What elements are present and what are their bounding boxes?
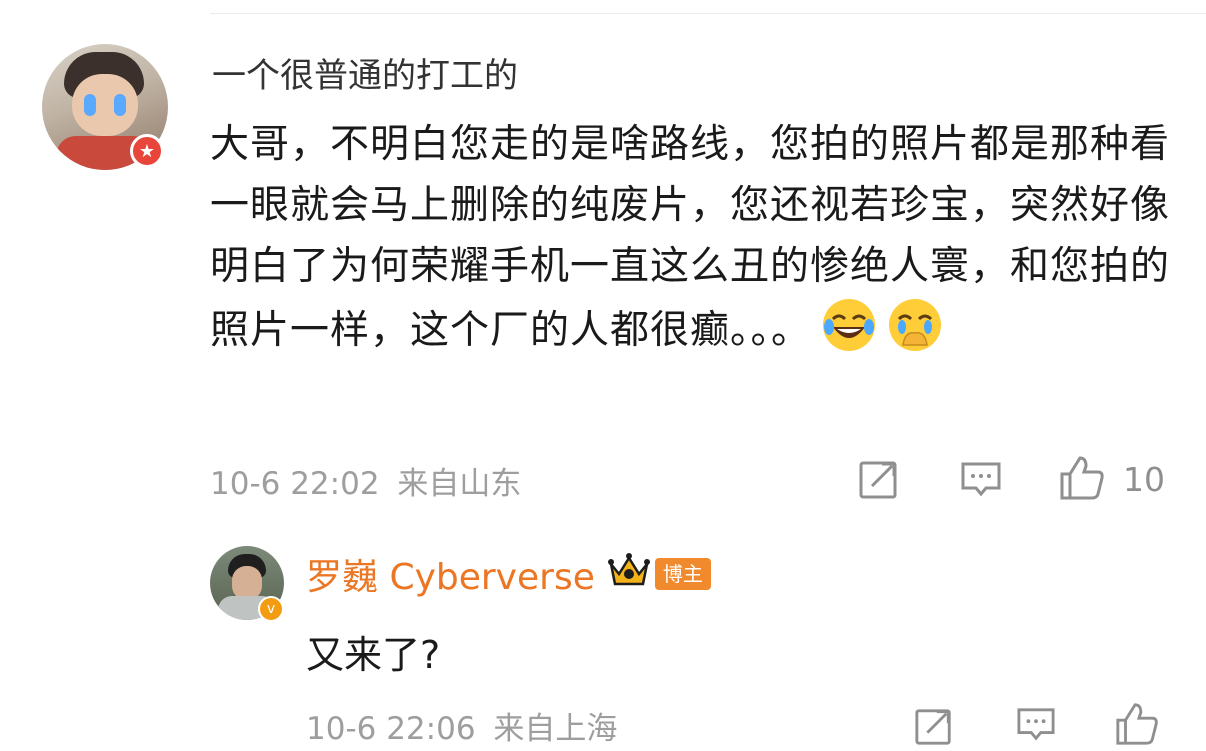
- like-count: 10: [1123, 460, 1165, 499]
- star-icon: ★: [130, 134, 164, 168]
- comment-icon[interactable]: [960, 460, 1002, 500]
- replier-username[interactable]: 罗巍 Cyberverse: [306, 548, 595, 600]
- comment-meta: 10-6 22:02 来自山东: [210, 458, 521, 503]
- verified-v-icon: v: [258, 596, 284, 622]
- top-divider: [210, 13, 1206, 14]
- reply-meta: 10-6 22:06 来自上海: [306, 703, 617, 748]
- comment-body: 大哥，不明白您走的是啥路线，您拍的照片都是那种看一眼就会马上删除的纯废片，您还视…: [210, 114, 1170, 361]
- commenter-username[interactable]: 一个很普通的打工的: [212, 48, 518, 97]
- reply-text: 又来了?: [306, 633, 441, 677]
- share-icon[interactable]: [858, 458, 900, 500]
- comment-location: 来自山东: [397, 466, 522, 502]
- cover-mouth-tears-emoji: [887, 297, 943, 353]
- reply-location: 来自上海: [493, 711, 618, 747]
- blogger-badge: 博主: [654, 558, 711, 590]
- reply-share-icon[interactable]: [914, 706, 954, 746]
- replier-username-row: 罗巍 Cyberverse 博主: [306, 548, 711, 600]
- crown-icon: [607, 550, 651, 599]
- reply-timestamp: 10-6 22:06: [306, 711, 476, 747]
- laugh-cry-emoji: [821, 297, 877, 353]
- like-icon[interactable]: [1058, 454, 1106, 500]
- reply-comment-icon[interactable]: [1016, 706, 1056, 744]
- comment-timestamp: 10-6 22:02: [210, 466, 380, 502]
- comment-text: 大哥，不明白您走的是啥路线，您拍的照片都是那种看一眼就会马上删除的纯废片，您还视…: [210, 122, 1171, 353]
- reply-like-icon[interactable]: [1114, 700, 1160, 746]
